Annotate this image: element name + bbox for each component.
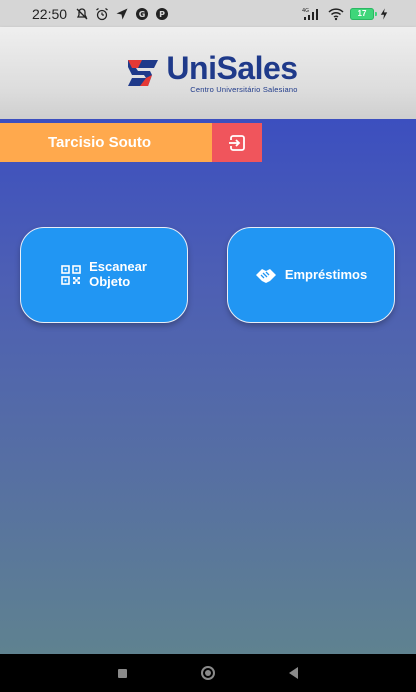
notification-muted-icon bbox=[76, 7, 88, 19]
loans-label: Empréstimos bbox=[284, 266, 368, 282]
status-time: 22:50 bbox=[32, 5, 68, 22]
user-name: Tarcisio Souto bbox=[48, 134, 152, 151]
recents-button[interactable] bbox=[118, 668, 127, 678]
unisales-logo-mark-icon bbox=[128, 60, 159, 86]
app-screen: 22:50 G P 4G 17 UniSales Centro Universi… bbox=[0, 0, 416, 692]
logo-text: UniSales Centro Universitário Salesiano bbox=[166, 50, 298, 95]
app-header: UniSales Centro Universitário Salesiano bbox=[0, 27, 416, 119]
charging-bolt-icon bbox=[380, 7, 388, 20]
battery-level: 17 bbox=[357, 9, 367, 18]
scan-object-label-line2: Objeto bbox=[89, 274, 131, 289]
svg-text:P: P bbox=[159, 10, 165, 19]
svg-text:4G: 4G bbox=[302, 8, 309, 14]
svg-text:G: G bbox=[139, 10, 146, 19]
handshake-icon bbox=[255, 269, 276, 283]
signal-4g-icon: 4G bbox=[302, 8, 318, 20]
unisales-logo: UniSales Centro Universitário Salesiano bbox=[126, 50, 298, 95]
home-button[interactable] bbox=[201, 666, 215, 680]
user-bar: Tarcisio Souto bbox=[0, 123, 262, 162]
loans-button[interactable]: Empréstimos bbox=[227, 227, 395, 323]
scan-object-button[interactable]: Escanear Objeto bbox=[20, 227, 188, 323]
scan-object-label: Escanear Objeto bbox=[89, 259, 147, 290]
navigation-bar bbox=[0, 654, 416, 692]
app-notification-icon: G bbox=[136, 7, 149, 20]
battery-charging-icon: 17 bbox=[350, 7, 377, 20]
status-right: 4G 17 bbox=[302, 7, 388, 21]
back-button[interactable] bbox=[289, 667, 298, 679]
wifi-icon bbox=[328, 7, 344, 20]
main-content: Tarcisio Souto Escanear Objeto Empréstim… bbox=[0, 119, 416, 654]
logout-icon bbox=[229, 134, 245, 151]
location-icon bbox=[116, 8, 128, 19]
logout-button[interactable] bbox=[212, 123, 262, 162]
brand-subtitle: Centro Universitário Salesiano bbox=[190, 85, 298, 95]
app-notification-icon: P bbox=[156, 7, 169, 20]
scan-object-label-line1: Escanear bbox=[89, 259, 147, 275]
user-name-box: Tarcisio Souto bbox=[0, 123, 212, 162]
qr-code-icon bbox=[61, 265, 81, 285]
alarm-icon bbox=[96, 7, 108, 20]
status-bar: 22:50 G P 4G 17 bbox=[0, 0, 416, 27]
status-left: 22:50 G P bbox=[32, 6, 169, 22]
brand-name: UniSales bbox=[166, 50, 298, 87]
